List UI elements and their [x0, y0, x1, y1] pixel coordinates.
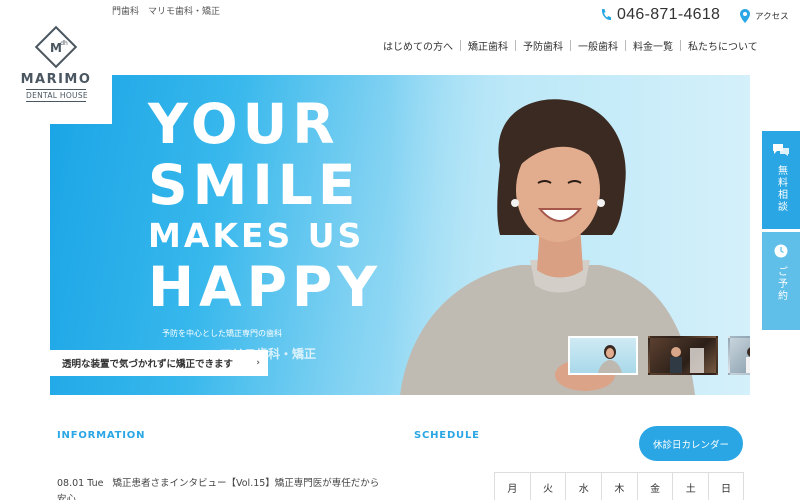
reservation-tab[interactable]: ご予約 [762, 232, 800, 330]
news-list: 08.01 Tue 矯正患者さまインタビュー【Vol.15】矯正専門医が専任だか… [57, 476, 387, 500]
weekday-sat: 土 [672, 472, 709, 500]
logo-name: MARIMO [20, 72, 92, 87]
hero-caption-text: 透明な装置で気づかれずに矯正できます [62, 359, 234, 370]
phone-icon [601, 9, 611, 21]
weekday-thu: 木 [601, 472, 637, 500]
schedule-heading: SCHEDULE [414, 430, 480, 441]
hero-headline-line: HAPPY [148, 255, 383, 319]
hero-caption-link[interactable]: 透明な装置で気づかれずに矯正できます › [50, 350, 268, 376]
header-tagline: 門歯科 マリモ歯科・矯正 [112, 7, 221, 17]
reservation-label: ご予約 [775, 266, 787, 302]
access-label: アクセス [755, 12, 789, 22]
nav-general[interactable]: 一般歯科 [571, 38, 625, 53]
phone-number: 046-871-4618 [617, 6, 721, 23]
hero-headline-line: YOUR [148, 92, 340, 156]
holiday-calendar-button[interactable]: 休診日カレンダー [639, 426, 743, 461]
thumb-treatment-image [746, 347, 750, 373]
chevron-right-icon: › [256, 358, 260, 368]
free-consultation-label: 無料相談 [775, 165, 787, 213]
weekday-sun: 日 [708, 472, 744, 500]
hero-subtitle: 予防を中心とした矯正専門の歯科 [162, 329, 282, 338]
hero-headline-line: SMILE [148, 153, 361, 217]
weekday-fri: 金 [636, 472, 673, 500]
thumb-clinic-image [670, 347, 704, 373]
news-date: 08.01 Tue [57, 478, 104, 489]
list-item[interactable]: 08.01 Tue 矯正患者さまインタビュー【Vol.15】矯正専門医が専任だか… [57, 476, 387, 500]
weekday-mon: 月 [494, 472, 530, 500]
logo-subtitle: DENTAL HOUSE [26, 89, 88, 102]
svg-text:dh: dh [60, 40, 68, 47]
hero-headline: YOUR SMILE MAKES US HAPPY [148, 97, 382, 321]
news-title: 矯正患者さまインタビュー【Vol.15】矯正専門医が専任だから安心… [57, 478, 380, 500]
weekday-tue: 火 [529, 472, 566, 500]
main-nav: はじめての方へ 矯正歯科 予防歯科 一般歯科 料金一覧 私たちについて [376, 38, 765, 53]
logo-mark-icon: M dh [34, 25, 78, 69]
site-logo[interactable]: M dh MARIMO DENTAL HOUSE [0, 0, 112, 124]
nav-pricing[interactable]: 料金一覧 [626, 38, 680, 53]
map-pin-icon [740, 9, 750, 23]
hero-thumb-2[interactable] [648, 336, 718, 375]
weekday-wed: 水 [565, 472, 602, 500]
nav-about[interactable]: 私たちについて [681, 38, 765, 53]
nav-first-visit[interactable]: はじめての方へ [376, 38, 460, 53]
information-heading: INFORMATION [57, 430, 146, 441]
chat-bubbles-icon [773, 144, 789, 156]
hero-thumb-3[interactable] [728, 336, 750, 375]
hero-thumb-1[interactable] [568, 336, 638, 375]
hero-headline-line: MAKES US [148, 216, 365, 255]
phone-link[interactable]: 046-871-4618 [600, 6, 720, 24]
hero-slider[interactable]: YOUR SMILE MAKES US HAPPY 予防を中心とした矯正専門の歯… [50, 75, 750, 395]
free-consultation-tab[interactable]: 無料相談 [762, 131, 800, 229]
thumb-person-image [598, 345, 622, 373]
nav-orthodontics[interactable]: 矯正歯科 [461, 38, 515, 53]
schedule-weekday-row: 月 火 水 木 金 土 日 [494, 472, 744, 500]
access-link[interactable]: アクセス [740, 9, 789, 23]
clock-icon [774, 244, 788, 258]
nav-preventive[interactable]: 予防歯科 [516, 38, 570, 53]
hero-thumbnails [568, 336, 750, 375]
